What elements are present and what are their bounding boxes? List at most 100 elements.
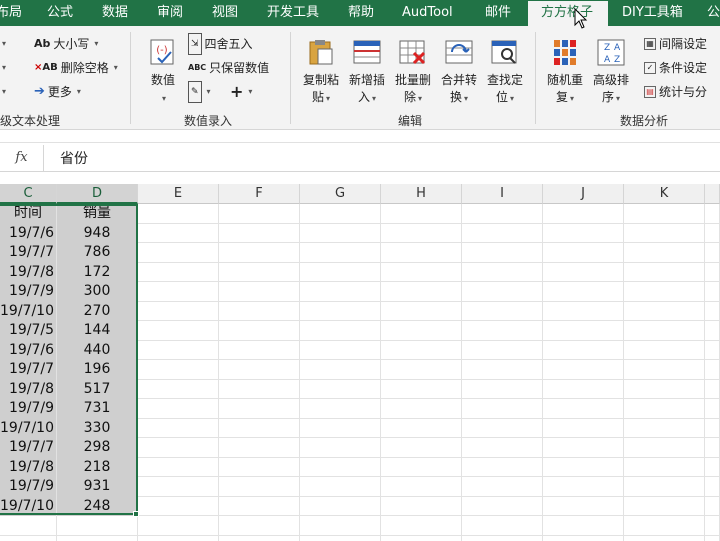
empty-cell[interactable] (138, 457, 219, 477)
empty-cell[interactable] (219, 457, 300, 477)
empty-cell[interactable] (543, 438, 624, 458)
empty-cell[interactable] (624, 262, 705, 282)
empty-cell[interactable] (219, 321, 300, 341)
empty-cell[interactable] (300, 360, 381, 380)
empty-cell[interactable] (462, 243, 543, 263)
empty-cell[interactable] (219, 204, 300, 224)
sales-cell[interactable]: 786 (57, 243, 138, 263)
column-header-c[interactable]: C (0, 184, 57, 204)
empty-cell[interactable] (381, 321, 462, 341)
empty-cell[interactable] (462, 438, 543, 458)
empty-cell[interactable] (381, 340, 462, 360)
empty-cell[interactable] (219, 516, 300, 536)
empty-cell[interactable] (300, 301, 381, 321)
tab-help[interactable]: 帮助 (348, 0, 374, 26)
empty-cell[interactable] (705, 204, 720, 224)
empty-cell[interactable] (705, 223, 720, 243)
empty-cell[interactable] (543, 418, 624, 438)
empty-cell[interactable] (624, 321, 705, 341)
find-locate-button[interactable]: 查找定位 ▾ (482, 34, 528, 110)
empty-cell[interactable] (219, 379, 300, 399)
empty-cell[interactable] (462, 399, 543, 419)
empty-cell[interactable] (381, 223, 462, 243)
column-header-h[interactable]: H (381, 184, 462, 204)
empty-cell[interactable] (219, 535, 300, 541)
tab-mail[interactable]: 邮件 (485, 0, 511, 26)
empty-cell[interactable] (705, 477, 720, 497)
empty-cell[interactable] (0, 535, 57, 541)
empty-cell[interactable] (705, 301, 720, 321)
empty-cell[interactable] (705, 340, 720, 360)
empty-cell[interactable] (624, 516, 705, 536)
empty-cell[interactable] (219, 262, 300, 282)
empty-cell[interactable] (462, 262, 543, 282)
tab-more[interactable]: 公 (707, 0, 720, 26)
column-header-k[interactable]: K (624, 184, 705, 204)
empty-cell[interactable] (138, 243, 219, 263)
empty-cell[interactable] (300, 418, 381, 438)
empty-cell[interactable] (543, 204, 624, 224)
empty-cell[interactable] (138, 204, 219, 224)
empty-cell[interactable] (462, 340, 543, 360)
empty-cell[interactable] (705, 282, 720, 302)
empty-cell[interactable] (543, 340, 624, 360)
column-header-d[interactable]: D (57, 184, 138, 204)
date-cell[interactable]: 19/7/10 (0, 418, 57, 438)
empty-cell[interactable] (219, 243, 300, 263)
empty-cell[interactable] (219, 223, 300, 243)
sales-cell[interactable]: 731 (57, 399, 138, 419)
advanced-sort-button[interactable]: Z A A Z 高级排序 ▾ (588, 34, 634, 110)
tab-data[interactable]: 数据 (102, 0, 128, 26)
empty-cell[interactable] (543, 301, 624, 321)
empty-cell[interactable] (57, 516, 138, 536)
empty-cell[interactable] (543, 477, 624, 497)
empty-cell[interactable] (57, 535, 138, 541)
empty-cell[interactable] (138, 321, 219, 341)
tab-formulas[interactable]: 公式 (47, 0, 73, 26)
formula-input[interactable]: 省份 (60, 148, 88, 168)
empty-cell[interactable] (543, 535, 624, 541)
column-header-partial[interactable] (705, 184, 720, 204)
empty-cell[interactable] (543, 457, 624, 477)
empty-cell[interactable] (381, 477, 462, 497)
text-dropdown-3[interactable]: ▾ (0, 82, 6, 102)
sales-cell[interactable]: 931 (57, 477, 138, 497)
empty-cell[interactable] (300, 340, 381, 360)
empty-cell[interactable] (300, 204, 381, 224)
empty-cell[interactable] (219, 399, 300, 419)
empty-cell[interactable] (624, 301, 705, 321)
edit-cell-button[interactable]: ✎ ▾ (188, 81, 211, 103)
value-button[interactable]: (-) 数值 ▾ (140, 34, 186, 110)
empty-cell[interactable] (462, 321, 543, 341)
sales-cell[interactable]: 298 (57, 438, 138, 458)
empty-cell[interactable] (300, 262, 381, 282)
empty-cell[interactable] (219, 477, 300, 497)
empty-cell[interactable] (624, 223, 705, 243)
empty-cell[interactable] (543, 516, 624, 536)
sales-cell[interactable]: 196 (57, 360, 138, 380)
empty-cell[interactable] (138, 262, 219, 282)
empty-cell[interactable] (705, 438, 720, 458)
empty-cell[interactable] (624, 204, 705, 224)
empty-cell[interactable] (624, 243, 705, 263)
date-cell[interactable]: 19/7/7 (0, 438, 57, 458)
empty-cell[interactable] (138, 516, 219, 536)
empty-cell[interactable] (138, 379, 219, 399)
empty-cell[interactable] (219, 418, 300, 438)
text-dropdown-2[interactable]: ▾ (0, 58, 6, 78)
empty-cell[interactable] (705, 418, 720, 438)
empty-cell[interactable] (138, 399, 219, 419)
empty-cell[interactable] (300, 535, 381, 541)
sales-cell[interactable]: 440 (57, 340, 138, 360)
date-cell[interactable]: 19/7/9 (0, 477, 57, 497)
empty-cell[interactable] (381, 457, 462, 477)
empty-cell[interactable] (300, 496, 381, 516)
tab-diy-toolbox[interactable]: DIY工具箱 (622, 0, 683, 26)
header-cell-sales[interactable]: 销量 (57, 204, 138, 224)
empty-cell[interactable] (462, 379, 543, 399)
empty-cell[interactable] (543, 399, 624, 419)
empty-cell[interactable] (543, 262, 624, 282)
empty-cell[interactable] (381, 282, 462, 302)
empty-cell[interactable] (543, 379, 624, 399)
column-header-j[interactable]: J (543, 184, 624, 204)
